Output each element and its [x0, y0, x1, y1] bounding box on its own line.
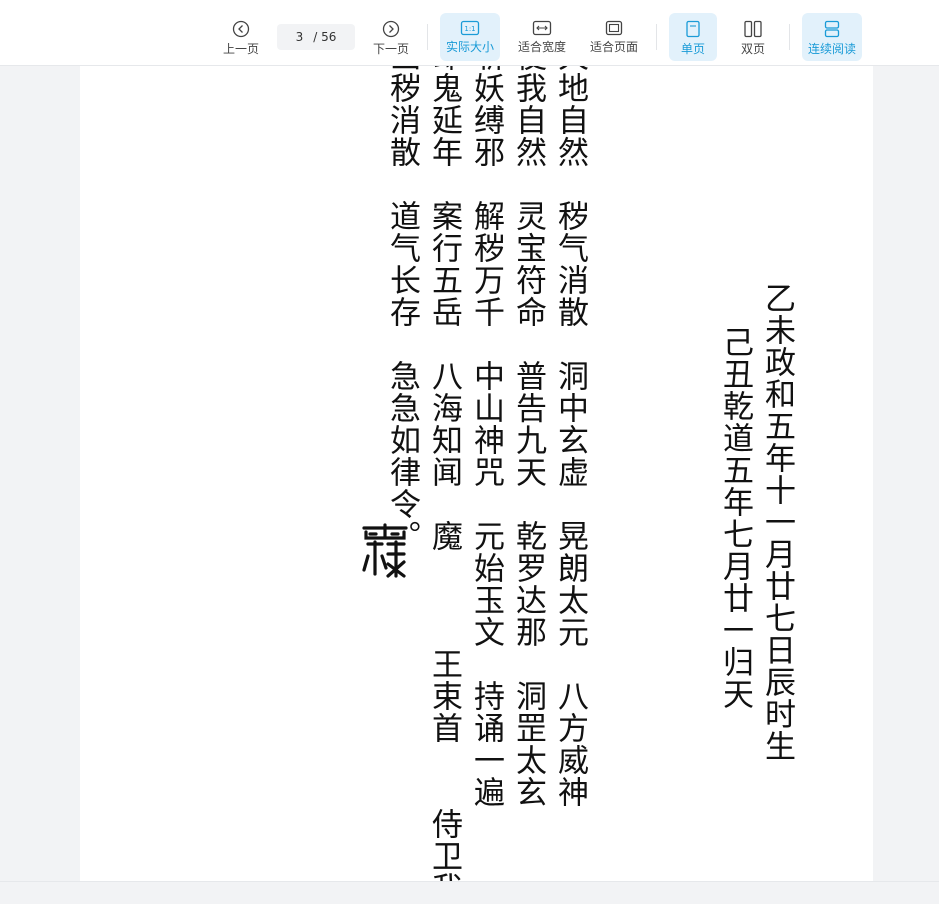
fit-page-button[interactable]: 适合页面: [584, 13, 644, 61]
document-viewport[interactable]: 乙未政和五年十一月廿七日辰时生 己丑乾道五年七月廿一归天 天地自然 秽气消散 洞…: [0, 66, 939, 881]
fit-width-button[interactable]: 适合宽度: [512, 13, 572, 61]
fit-page-label: 适合页面: [589, 40, 638, 54]
next-page-label: 下一页: [372, 42, 409, 56]
next-page-button[interactable]: 下一页: [368, 13, 414, 61]
text-column-2: 使我自然 灵宝符命 普告九天 乾罗达那 洞罡太玄: [510, 66, 546, 808]
current-page-value: 3: [295, 30, 304, 44]
svg-text:1:1: 1:1: [464, 25, 475, 33]
single-page-icon: [686, 20, 700, 38]
actual-size-button[interactable]: 1:1 实际大小: [440, 13, 500, 61]
continuous-scroll-icon: [824, 20, 840, 38]
prev-page-label: 上一页: [222, 42, 259, 56]
text-column-5: 凶秽消散 道气长存 急急如律令。: [384, 66, 420, 552]
toolbar-divider: [427, 24, 428, 50]
text-column-birth: 乙未政和五年十一月廿七日辰时生: [759, 282, 795, 762]
toolbar-divider: [789, 24, 790, 50]
double-page-icon: [744, 20, 762, 38]
fit-width-icon: [532, 20, 552, 36]
fit-page-icon: [605, 20, 623, 36]
continuous-reading-label: 连续阅读: [807, 42, 856, 56]
actual-size-icon: 1:1: [460, 20, 480, 36]
document-page: 乙未政和五年十一月廿七日辰时生 己丑乾道五年七月廿一归天 天地自然 秽气消散 洞…: [80, 66, 873, 881]
chevron-right-circle-icon: [382, 20, 400, 38]
text-column-death: 己丑乾道五年七月廿一归天: [717, 326, 753, 710]
talisman-seal-glyph: [362, 523, 408, 578]
double-page-button[interactable]: 双页: [729, 13, 777, 61]
prev-page-button[interactable]: 上一页: [218, 13, 264, 61]
double-page-label: 双页: [740, 42, 765, 56]
single-page-button[interactable]: 单页: [669, 13, 717, 61]
actual-size-label: 实际大小: [445, 40, 494, 54]
chevron-left-circle-icon: [232, 20, 250, 38]
text-column-4: 却鬼延年 案行五岳 八海知闻 魔 王束首 侍卫我斩: [426, 66, 462, 881]
continuous-reading-button[interactable]: 连续阅读: [802, 13, 862, 61]
text-column-3: 斩妖缚邪 解秽万千 中山神咒 元始玉文 持诵一遍: [468, 66, 504, 808]
viewer-toolbar: 上一页 3 / 56 下一页 1:1 实际大小 适合宽度 适合页面 单页 双页 …: [0, 0, 939, 66]
single-page-label: 单页: [680, 42, 705, 56]
bottom-status-bar: [0, 881, 939, 904]
total-pages-value: / 56: [313, 30, 337, 44]
text-column-1: 天地自然 秽气消散 洞中玄虚 晃朗太元 八方威神: [552, 66, 588, 808]
fit-width-label: 适合宽度: [517, 40, 566, 54]
page-number-input[interactable]: 3 / 56: [277, 24, 355, 50]
toolbar-divider: [656, 24, 657, 50]
